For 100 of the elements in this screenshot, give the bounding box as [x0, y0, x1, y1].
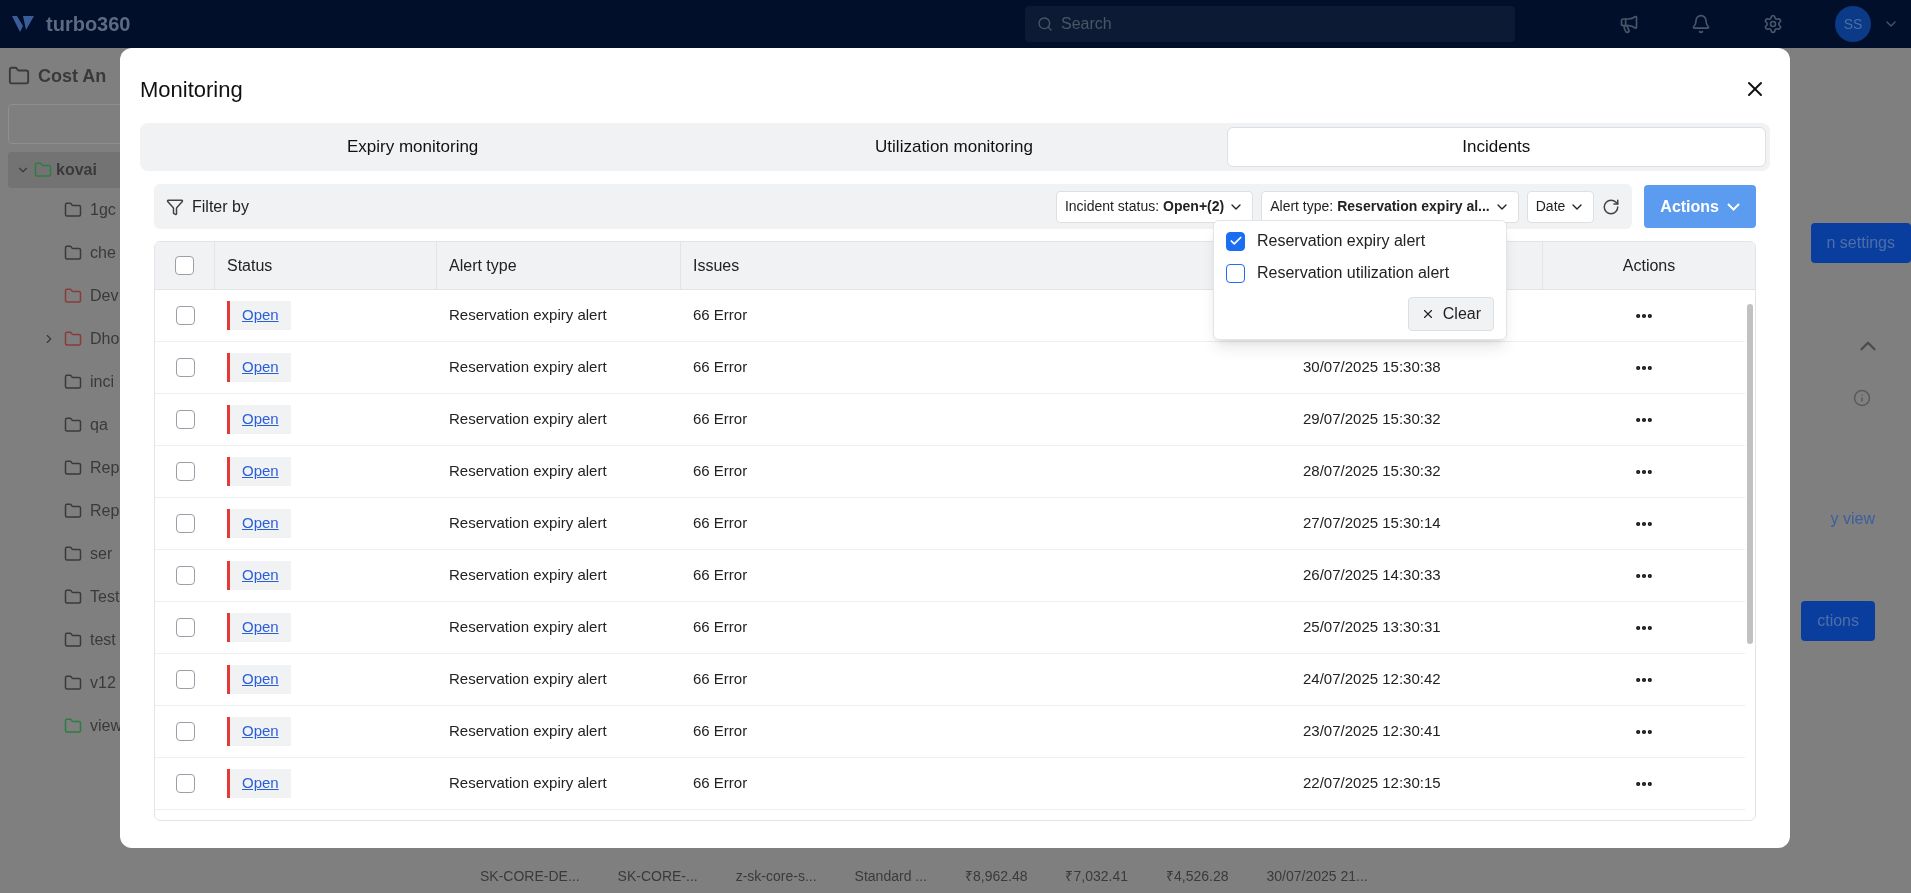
- table-cell-text: 30/07/2025 15:30:38: [1303, 357, 1441, 378]
- status-link[interactable]: Open: [227, 405, 291, 434]
- filter-dropdown[interactable]: Incident status: Open+(2): [1055, 190, 1254, 223]
- table-cell-text: 66 Error: [692, 513, 749, 534]
- table-cell-text: 66 Error: [692, 461, 749, 482]
- filter-icon: [166, 197, 184, 216]
- actions-button[interactable]: Actions: [1644, 185, 1756, 228]
- checkbox[interactable]: [175, 410, 195, 429]
- column-header: Issues: [693, 255, 740, 276]
- table-cell-text: 66 Error: [692, 617, 749, 638]
- status-link[interactable]: Open: [227, 353, 291, 382]
- tree-item[interactable]: ser: [8, 532, 130, 575]
- checkbox[interactable]: [175, 256, 194, 275]
- megaphone-icon[interactable]: [1619, 14, 1639, 34]
- table-cell-text: 66 Error: [692, 773, 749, 794]
- table-cell-text: 25/07/2025 13:30:31: [1303, 617, 1441, 638]
- table-cell-text: Reservation expiry alert: [448, 721, 608, 742]
- checkbox[interactable]: [175, 722, 195, 741]
- logo-icon: [12, 14, 34, 34]
- folder-icon: [8, 65, 30, 87]
- tree-item[interactable]: v12: [8, 661, 130, 704]
- status-link[interactable]: Open: [227, 769, 291, 798]
- table-cell-text: 26/07/2025 14:30:33: [1303, 565, 1441, 586]
- checkbox[interactable]: [175, 566, 195, 585]
- table-cell-text: Reservation expiry alert: [448, 305, 608, 326]
- column-header: Status: [227, 255, 273, 276]
- status-link[interactable]: Open: [227, 301, 291, 330]
- table-cell-text: Reservation expiry alert: [448, 669, 608, 690]
- status-link[interactable]: Open: [227, 613, 291, 642]
- table-cell-text: 24/07/2025 12:30:42: [1303, 669, 1441, 690]
- filter-dropdown[interactable]: Alert type: Reservation expiry al...: [1261, 190, 1519, 223]
- checkbox[interactable]: [175, 462, 195, 481]
- status-link[interactable]: Open: [227, 457, 291, 486]
- sidebar-title: Cost An: [38, 65, 107, 88]
- table-cell-text: Reservation expiry alert: [448, 409, 608, 430]
- status-link[interactable]: Open: [227, 561, 291, 590]
- tree-item[interactable]: qa: [8, 403, 130, 446]
- table-cell-text: Reservation expiry alert: [448, 461, 608, 482]
- clear-button[interactable]: Clear: [1407, 297, 1494, 331]
- search-icon: [1037, 16, 1053, 32]
- tree-item[interactable]: Test: [8, 575, 130, 618]
- table-cell-text: SK-CORE-...: [617, 867, 698, 886]
- checkbox[interactable]: [1226, 231, 1245, 251]
- table-cell-text: 27/07/2025 15:30:14: [1303, 513, 1441, 534]
- status-link[interactable]: Open: [227, 717, 291, 746]
- tree-item[interactable]: 1gc: [8, 188, 130, 231]
- tab[interactable]: Expiry monitoring: [144, 127, 682, 167]
- search-bar[interactable]: Search: [1025, 6, 1515, 42]
- menu-option[interactable]: Reservation utilization alert: [1226, 261, 1494, 285]
- menu-option[interactable]: Reservation expiry alert: [1226, 229, 1494, 253]
- table-cell-text: ₹4,526.28: [1166, 867, 1229, 886]
- app-logo: turbo360: [46, 12, 131, 37]
- info-icon: [1853, 389, 1871, 407]
- tree-item[interactable]: Rep: [8, 446, 130, 489]
- table-cell-text: 30/07/2025 21...: [1266, 867, 1368, 886]
- settings-icon[interactable]: [1763, 14, 1783, 34]
- tree-item[interactable]: inci: [8, 360, 130, 403]
- table-cell-text: 66 Error: [692, 669, 749, 690]
- table-cell-text: Reservation expiry alert: [448, 357, 608, 378]
- table-cell-text: Reservation expiry alert: [448, 513, 608, 534]
- table-cell-text: 22/07/2025 12:30:15: [1303, 773, 1441, 794]
- table-cell-text: 66 Error: [692, 409, 749, 430]
- checkbox[interactable]: [175, 774, 195, 793]
- table-cell-text: 66 Error: [692, 357, 749, 378]
- checkbox[interactable]: [175, 670, 195, 689]
- status-link[interactable]: Open: [227, 665, 291, 694]
- checkbox[interactable]: [175, 618, 195, 637]
- table-cell-text: SK-CORE-DE...: [480, 867, 580, 886]
- table-cell-text: 66 Error: [692, 565, 749, 586]
- column-header: Alert type: [449, 255, 517, 276]
- table-cell-text: Reservation expiry alert: [448, 773, 608, 794]
- checkbox[interactable]: [175, 514, 195, 533]
- tab[interactable]: Incidents: [1226, 127, 1766, 167]
- tree-item[interactable]: Dho: [8, 317, 130, 360]
- tree-item[interactable]: Rep: [8, 489, 130, 532]
- tab[interactable]: Utilization monitoring: [685, 127, 1223, 167]
- table-cell-text: Reservation expiry alert: [448, 617, 608, 638]
- filter-dropdown[interactable]: Date: [1526, 190, 1595, 223]
- table-cell-text: 29/07/2025 15:30:32: [1303, 409, 1441, 430]
- notification-icon[interactable]: [1691, 14, 1711, 34]
- checkbox[interactable]: [175, 358, 195, 377]
- tree-item[interactable]: che: [8, 231, 130, 274]
- table-cell-text: 66 Error: [692, 305, 749, 326]
- tree-item[interactable]: Dev: [8, 274, 130, 317]
- status-link[interactable]: Open: [227, 509, 291, 538]
- checkbox[interactable]: [1226, 263, 1245, 283]
- dialog-title: Monitoring: [140, 75, 243, 104]
- tree-item[interactable]: test: [8, 618, 130, 661]
- check-icon: [1228, 234, 1243, 248]
- table-cell-text: ₹7,032.41: [1065, 867, 1128, 886]
- table-cell-text: z-sk-core-s...: [735, 867, 817, 886]
- checkbox[interactable]: [175, 306, 195, 325]
- search-field[interactable]: Search: [1061, 12, 1268, 36]
- table-cell-text: ₹8,962.48: [965, 867, 1028, 886]
- table-cell-text: 23/07/2025 12:30:41: [1303, 721, 1441, 742]
- table-cell-text: 28/07/2025 15:30:32: [1303, 461, 1441, 482]
- filter-label: Filter by: [192, 196, 249, 217]
- refresh-icon[interactable]: [1602, 197, 1621, 216]
- table-cell-text: 66 Error: [692, 721, 749, 742]
- table-cell-text: Reservation expiry alert: [448, 565, 608, 586]
